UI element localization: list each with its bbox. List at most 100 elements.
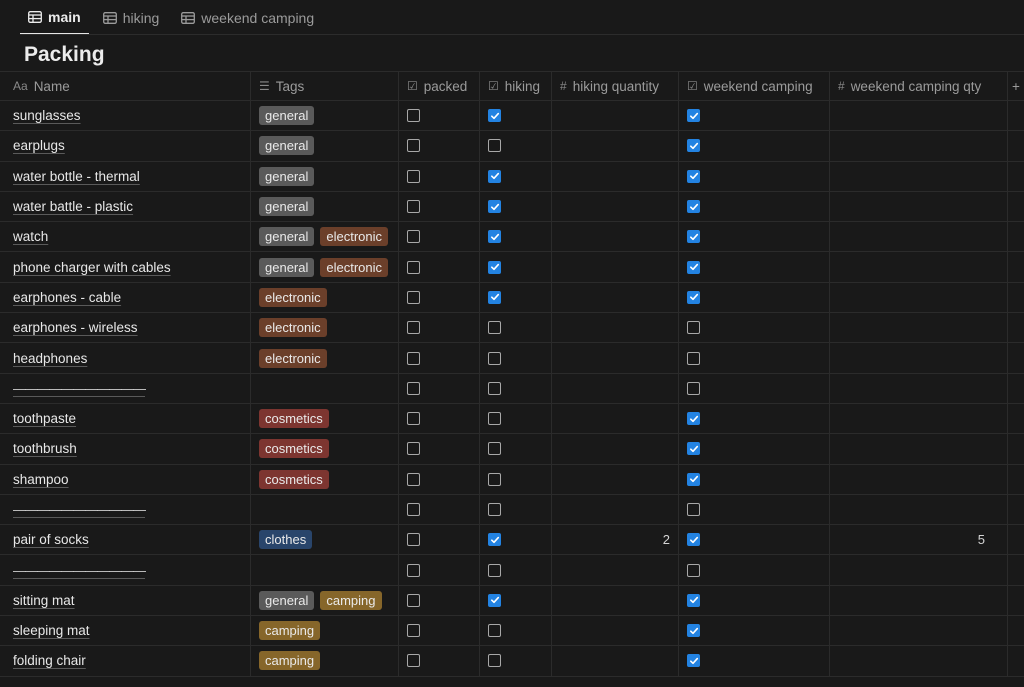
item-name[interactable]: earphones - cable [13, 290, 121, 305]
tags-cell[interactable] [251, 373, 399, 403]
tags-cell[interactable] [251, 494, 399, 525]
weekend-camping-qty-cell[interactable] [830, 434, 1008, 464]
checkbox-checked[interactable] [687, 260, 700, 274]
checkbox-checked[interactable] [687, 139, 700, 153]
checkbox-checked[interactable] [687, 472, 700, 486]
checkbox-unchecked[interactable] [407, 412, 420, 426]
item-name[interactable]: headphones [13, 351, 87, 366]
tags-cell[interactable]: general [251, 131, 399, 161]
checkbox-unchecked[interactable] [488, 412, 501, 426]
hiking-quantity-cell[interactable] [552, 191, 679, 222]
name-cell[interactable]: sleeping mat [0, 616, 251, 646]
item-name[interactable]: toothbrush [13, 441, 77, 456]
item-name[interactable]: earphones - wireless [13, 320, 138, 335]
name-cell[interactable]: folding chair [0, 646, 251, 676]
checkbox-checked[interactable] [488, 260, 501, 274]
column-header-tags[interactable]: ☰ Tags [251, 72, 399, 100]
item-name[interactable]: phone charger with cables [13, 260, 171, 275]
tags-cell[interactable] [251, 555, 399, 585]
checkbox-unchecked[interactable] [687, 563, 700, 577]
hiking-quantity-cell[interactable] [552, 313, 679, 343]
name-cell[interactable]: water battle - plastic [0, 191, 251, 222]
item-name[interactable]: water bottle - thermal [13, 169, 140, 184]
weekend-camping-qty-cell[interactable] [830, 343, 1008, 373]
checkbox-unchecked[interactable] [407, 139, 420, 153]
checkbox-unchecked[interactable] [687, 321, 700, 335]
column-header-hiking-quantity[interactable]: # hiking quantity [552, 72, 679, 100]
checkbox-unchecked[interactable] [488, 442, 501, 456]
checkbox-unchecked[interactable] [407, 321, 420, 335]
checkbox-unchecked[interactable] [488, 563, 501, 577]
item-name[interactable]: sleeping mat [13, 623, 90, 638]
tags-cell[interactable]: camping [251, 616, 399, 646]
name-cell[interactable]: earplugs [0, 131, 251, 161]
weekend-camping-qty-cell[interactable] [830, 252, 1008, 282]
tags-cell[interactable]: cosmetics [251, 403, 399, 434]
checkbox-checked[interactable] [488, 230, 501, 244]
item-name[interactable]: water battle - plastic [13, 199, 133, 214]
checkbox-unchecked[interactable] [687, 503, 700, 516]
hiking-quantity-cell[interactable] [552, 282, 679, 313]
checkbox-checked[interactable] [687, 109, 700, 123]
weekend-camping-qty-cell[interactable] [830, 616, 1008, 646]
checkbox-checked[interactable] [488, 169, 501, 183]
item-name[interactable]: toothpaste [13, 411, 76, 426]
checkbox-checked[interactable] [687, 533, 700, 547]
checkbox-checked[interactable] [687, 412, 700, 426]
checkbox-unchecked[interactable] [407, 442, 420, 456]
checkbox-unchecked[interactable] [488, 381, 501, 395]
hiking-quantity-cell[interactable] [552, 373, 679, 403]
name-cell[interactable]: toothpaste [0, 403, 251, 434]
checkbox-unchecked[interactable] [488, 654, 501, 668]
column-header-weekend-camping[interactable]: ☑ weekend camping [679, 72, 830, 100]
name-cell[interactable]: shampoo [0, 464, 251, 494]
name-cell[interactable]: pair of socks [0, 525, 251, 555]
checkbox-unchecked[interactable] [407, 654, 420, 668]
hiking-quantity-cell[interactable] [552, 646, 679, 676]
hiking-quantity-cell[interactable] [552, 252, 679, 282]
checkbox-checked[interactable] [687, 230, 700, 244]
hiking-quantity-cell[interactable] [552, 585, 679, 616]
weekend-camping-qty-cell[interactable] [830, 222, 1008, 252]
item-name[interactable]: sitting mat [13, 593, 75, 608]
checkbox-checked[interactable] [488, 533, 501, 547]
checkbox-unchecked[interactable] [488, 321, 501, 335]
item-name[interactable]: shampoo [13, 472, 69, 487]
weekend-camping-qty-cell[interactable] [830, 161, 1008, 191]
checkbox-checked[interactable] [687, 290, 700, 304]
tags-cell[interactable]: cosmetics [251, 464, 399, 494]
hiking-quantity-cell[interactable] [552, 616, 679, 646]
hiking-quantity-cell[interactable] [552, 222, 679, 252]
column-header-hiking[interactable]: ☑ hiking [480, 72, 552, 100]
hiking-quantity-cell[interactable] [552, 555, 679, 585]
checkbox-unchecked[interactable] [407, 533, 420, 547]
weekend-camping-qty-cell[interactable] [830, 282, 1008, 313]
item-name[interactable]: ——————————— [13, 563, 146, 578]
checkbox-unchecked[interactable] [488, 503, 501, 516]
weekend-camping-qty-cell[interactable] [830, 131, 1008, 161]
name-cell[interactable]: toothbrush [0, 434, 251, 464]
column-header-packed[interactable]: ☑ packed [399, 72, 480, 100]
name-cell[interactable]: ——————————— [0, 555, 251, 585]
weekend-camping-qty-cell[interactable] [830, 494, 1008, 525]
checkbox-unchecked[interactable] [407, 169, 420, 183]
checkbox-checked[interactable] [687, 169, 700, 183]
tags-cell[interactable]: general [251, 161, 399, 191]
checkbox-unchecked[interactable] [488, 624, 501, 638]
checkbox-checked[interactable] [488, 593, 501, 607]
checkbox-unchecked[interactable] [407, 472, 420, 486]
column-header-name[interactable]: Aa Name [0, 72, 251, 100]
checkbox-unchecked[interactable] [407, 593, 420, 607]
weekend-camping-qty-cell[interactable] [830, 585, 1008, 616]
name-cell[interactable]: phone charger with cables [0, 252, 251, 282]
tags-cell[interactable]: camping [251, 646, 399, 676]
checkbox-unchecked[interactable] [687, 351, 700, 365]
weekend-camping-qty-cell[interactable] [830, 555, 1008, 585]
weekend-camping-qty-cell[interactable]: 5 [830, 525, 1008, 555]
name-cell[interactable]: earphones - cable [0, 282, 251, 313]
checkbox-unchecked[interactable] [488, 139, 501, 153]
hiking-quantity-cell[interactable] [552, 343, 679, 373]
name-cell[interactable]: headphones [0, 343, 251, 373]
item-name[interactable]: watch [13, 229, 48, 244]
item-name[interactable]: pair of socks [13, 532, 89, 547]
